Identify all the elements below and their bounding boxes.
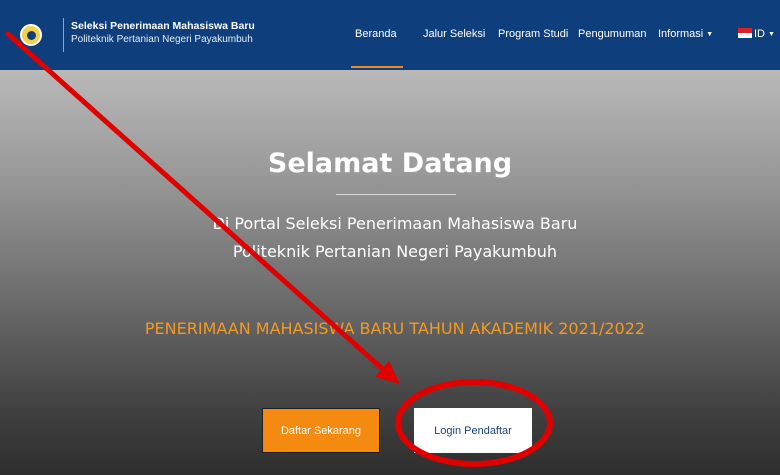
hero-admission-year: PENERIMAAN MAHASISWA BARU TAHUN AKADEMIK…: [144, 319, 646, 338]
hero-description: Di Portal Seleksi Penerimaan Mahasiswa B…: [212, 214, 578, 261]
hero-title: Selamat Datang: [267, 148, 513, 179]
nav-program-studi-label: Program Studi: [498, 28, 569, 40]
hero-divider: [336, 194, 456, 195]
nav-menu: Beranda Jalur Seleksi Program Studi Peng…: [351, 0, 780, 70]
nav-beranda-label: Beranda: [355, 28, 397, 40]
nav-pengumuman[interactable]: Pengumuman: [578, 28, 647, 40]
nav-beranda[interactable]: Beranda: [351, 28, 403, 68]
nav-jalur-seleksi[interactable]: Jalur Seleksi: [423, 28, 485, 40]
campus-seal-icon[interactable]: [20, 24, 42, 46]
nav-program-studi[interactable]: Program Studi: [498, 28, 568, 40]
top-navbar: Seleksi Penerimaan Mahasiswa Baru Polite…: [0, 0, 780, 70]
daftar-sekarang-button[interactable]: Daftar Sekarang: [262, 408, 380, 453]
nav-informasi-label: Informasi: [658, 28, 704, 40]
login-pendaftar-button[interactable]: Login Pendaftar: [414, 408, 532, 453]
nav-jalur-seleksi-label: Jalur Seleksi: [423, 28, 486, 40]
daftar-sekarang-label: Daftar Sekarang: [280, 424, 362, 437]
nav-language-label: ID: [754, 28, 765, 40]
nav-pengumuman-label: Pengumuman: [578, 28, 647, 40]
indonesia-flag-icon: [738, 28, 752, 38]
chevron-down-icon: ▼: [768, 31, 775, 38]
brand-divider: [63, 18, 64, 52]
chevron-down-icon: ▼: [706, 31, 714, 38]
nav-informasi-dropdown[interactable]: Informasi ▼: [658, 28, 713, 40]
login-pendaftar-label: Login Pendaftar: [434, 424, 512, 437]
brand-subtitle: Politeknik Pertanian Negeri Payakumbuh: [71, 34, 253, 45]
nav-language-dropdown[interactable]: ID ▼: [738, 28, 775, 40]
brand-title: Seleksi Penerimaan Mahasiswa Baru: [71, 20, 255, 32]
brand[interactable]: Seleksi Penerimaan Mahasiswa Baru Polite…: [71, 19, 255, 47]
hero-section: Selamat Datang Di Portal Seleksi Penerim…: [0, 70, 780, 475]
